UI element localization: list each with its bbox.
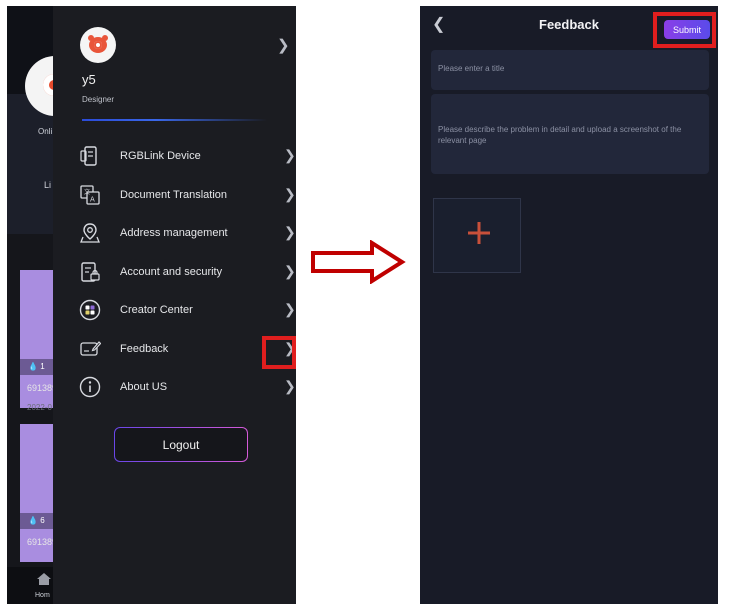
highlight-box: Submit (653, 12, 716, 48)
chevron-right-icon[interactable]: ❯ (284, 378, 296, 395)
menu-item-about-us[interactable]: About US ❯ (75, 373, 296, 403)
chevron-right-icon[interactable]: ❯ (284, 263, 296, 280)
avatar[interactable] (80, 27, 116, 63)
menu-item-account-and-security[interactable]: Account and security ❯ (75, 258, 296, 288)
chevron-right-icon[interactable]: ❯ (284, 147, 296, 164)
chevron-right-icon[interactable]: ❯ (284, 301, 296, 318)
feedback-screen: ❮ Feedback Submit Please enter a title P… (420, 6, 718, 604)
background-bottom-nav: Hom (7, 567, 53, 604)
menu-item-label: Feedback (120, 343, 169, 355)
menu-item-label: Creator Center (120, 304, 193, 316)
side-drawer: ❯ y5 Designer RGBLink Device ❯ 文A Docume… (53, 6, 296, 604)
card-badge-count: 6 (40, 516, 45, 525)
home-icon[interactable] (37, 573, 51, 585)
plus-icon (468, 222, 490, 244)
drawer-screen: Onli Li 💧 1 691389 2022-0 💧 6 691389 Hom… (7, 6, 296, 604)
menu-item-label: Account and security (120, 266, 223, 278)
avatar-eye (94, 41, 102, 49)
menu-item-address-management[interactable]: Address management ❯ (75, 219, 296, 249)
card-badge-count: 1 (40, 362, 45, 371)
background-card-badge: 💧 1 (20, 359, 53, 375)
info-icon (79, 376, 101, 398)
creator-center-icon (79, 299, 101, 321)
menu-item-document-translation[interactable]: 文A Document Translation ❯ (75, 181, 296, 211)
background-card-badge: 💧 6 (20, 513, 53, 529)
menu-item-label: About US (120, 381, 168, 393)
description-textarea[interactable]: Please describe the problem in detail an… (431, 94, 709, 174)
divider (82, 119, 267, 121)
background-profile-panel (7, 94, 53, 234)
profile-chevron-icon[interactable]: ❯ (277, 36, 290, 54)
logout-button[interactable]: Logout (114, 427, 248, 462)
highlight-box (262, 336, 296, 369)
background-stat-label: Li (44, 180, 52, 190)
user-role: Designer (82, 95, 115, 104)
account-security-icon (81, 262, 100, 282)
chevron-right-icon[interactable]: ❯ (284, 186, 296, 203)
device-icon (80, 146, 97, 166)
title-input[interactable]: Please enter a title (431, 50, 709, 90)
location-pin-icon (80, 223, 100, 243)
feedback-icon (80, 341, 101, 356)
translate-icon: 文A (80, 185, 100, 205)
arrow-right-icon (311, 240, 406, 284)
chevron-right-icon[interactable]: ❯ (284, 224, 296, 241)
menu-item-label: Document Translation (120, 189, 227, 201)
upload-screenshot-button[interactable] (433, 198, 521, 273)
user-name: y5 (82, 72, 96, 87)
menu-item-label: Address management (120, 227, 228, 239)
svg-text:A: A (90, 196, 95, 204)
menu-item-rgblink-device[interactable]: RGBLink Device ❯ (75, 142, 296, 172)
background-card-date: 2022-0 (27, 403, 52, 412)
bottom-nav-home-label: Hom (35, 592, 50, 599)
menu-item-creator-center[interactable]: Creator Center ❯ (75, 296, 296, 326)
menu-item-label: RGBLink Device (120, 150, 201, 162)
submit-button[interactable]: Submit (664, 20, 710, 39)
background-status-text: Onli (38, 127, 53, 136)
